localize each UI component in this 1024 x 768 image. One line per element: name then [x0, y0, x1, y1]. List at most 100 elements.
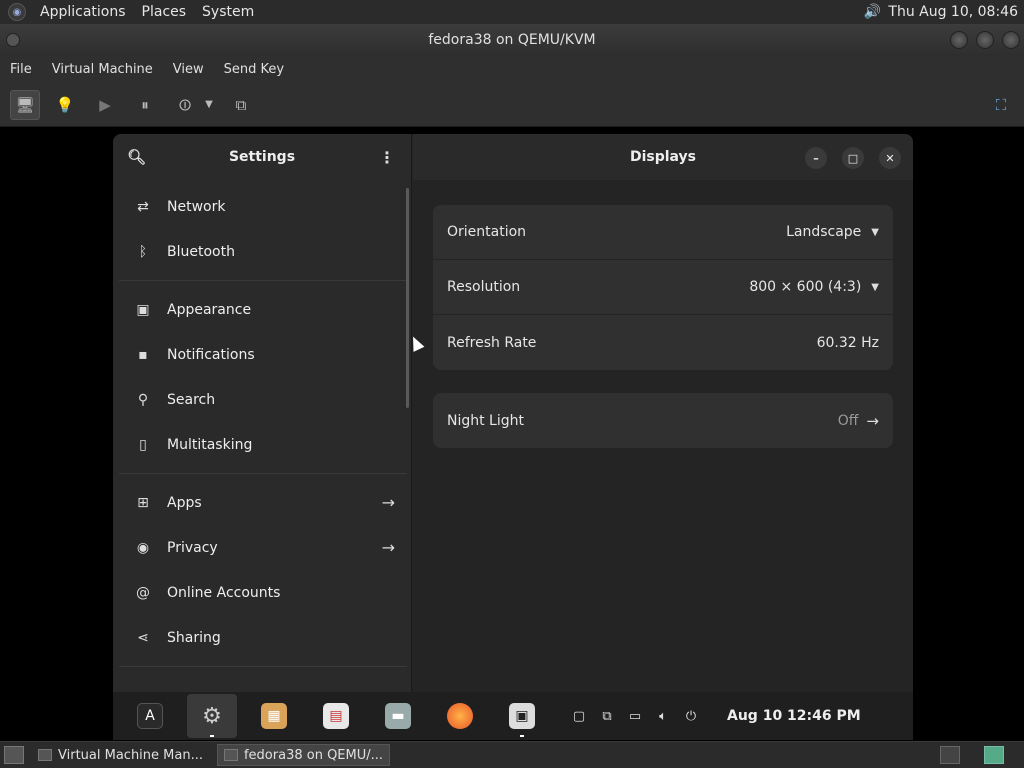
task-fedora38[interactable]: fedora38 on QEMU/...: [216, 744, 391, 766]
clipboard-icon[interactable]: ▢: [565, 709, 593, 724]
task-virtual-machine-manager[interactable]: Virtual Machine Man...: [32, 744, 209, 766]
dock-software[interactable]: ▦: [249, 694, 299, 738]
distro-logo-icon[interactable]: ◉: [8, 3, 26, 21]
host-taskbar: Virtual Machine Man... fedora38 on QEMU/…: [0, 741, 1024, 768]
arrow-right-icon: →: [381, 538, 395, 557]
guest-clock[interactable]: Aug 10 12:46 PM: [727, 708, 861, 724]
sidebar-scrollbar[interactable]: [406, 188, 409, 408]
workspace-switcher-icon[interactable]: [940, 746, 960, 764]
notifications-icon: ▪: [138, 346, 148, 363]
privacy-icon: ◉: [136, 539, 150, 556]
night-light-row[interactable]: Night Light Off →: [433, 393, 893, 448]
run-icon[interactable]: ▶: [90, 90, 120, 120]
menu-places[interactable]: Places: [134, 4, 195, 20]
guest-display[interactable]: 🔍︎ Settings ⋮ ⇄ Network ᛒ Bluetooth ▣ Ap…: [4, 128, 1020, 740]
trash-icon[interactable]: [984, 746, 1004, 764]
power-icon[interactable]: ⏻: [677, 709, 705, 724]
sidebar-item-sharing[interactable]: ⋖ Sharing: [119, 615, 407, 660]
volume-icon[interactable]: 🔊: [862, 2, 882, 22]
orientation-value: Landscape: [786, 224, 862, 240]
settings-window: 🔍︎ Settings ⋮ ⇄ Network ᛒ Bluetooth ▣ Ap…: [113, 134, 913, 692]
menu-kebab-icon[interactable]: ⋮: [379, 148, 395, 167]
show-desktop-icon[interactable]: [4, 746, 24, 764]
search-icon: ⚲: [137, 391, 149, 408]
dock-app-launcher[interactable]: A: [125, 694, 175, 738]
sidebar-item-privacy[interactable]: ◉ Privacy →: [119, 525, 407, 570]
fullscreen-icon[interactable]: ⛶: [986, 90, 1016, 120]
sidebar-item-label: Privacy: [167, 539, 218, 556]
menu-virtual-machine[interactable]: Virtual Machine: [42, 62, 163, 77]
maximize-icon[interactable]: □: [842, 147, 864, 169]
minimize-icon[interactable]: –: [805, 147, 827, 169]
sidebar-item-multitasking[interactable]: ▯ Multitasking: [119, 422, 407, 467]
speaker-icon[interactable]: 🔈︎: [649, 709, 677, 724]
launcher-icon: A: [137, 703, 163, 729]
apps-icon: ⊞: [137, 494, 149, 511]
sidebar-item-notifications[interactable]: ▪ Notifications: [119, 332, 407, 377]
sidebar-list: ⇄ Network ᛒ Bluetooth ▣ Appearance ▪ Not…: [119, 184, 407, 673]
snapshots-icon[interactable]: ⧉: [226, 90, 256, 120]
close-icon[interactable]: ✕: [879, 147, 901, 169]
menu-file[interactable]: File: [0, 62, 42, 77]
shutdown-dropdown-icon[interactable]: ▼: [202, 90, 216, 120]
dock-files[interactable]: ▬: [373, 694, 423, 738]
running-indicator: [520, 735, 524, 737]
display-settings-card: Orientation Landscape ▼ Resolution 800 ×…: [433, 205, 893, 370]
sidebar-item-online-accounts[interactable]: @ Online Accounts: [119, 570, 407, 615]
sidebar-item-label: Online Accounts: [167, 584, 281, 601]
window-titlebar[interactable]: fedora38 on QEMU/KVM: [0, 24, 1024, 56]
page-title: Displays: [629, 149, 697, 165]
window-menu-button[interactable]: [6, 33, 20, 47]
task-label: fedora38 on QEMU/...: [243, 747, 384, 763]
vm-toolbar: 🖥 💡 ▶ ⏸ ⏼ ▼ ⧉ ⛶: [0, 83, 1024, 127]
vm-console-icon: [223, 749, 238, 761]
host-clock[interactable]: Thu Aug 10, 08:46: [888, 4, 1024, 20]
bluetooth-icon: ᛒ: [138, 243, 148, 260]
network-icon: ⇄: [137, 198, 149, 215]
sidebar-item-bluetooth[interactable]: ᛒ Bluetooth: [119, 229, 407, 274]
search-icon[interactable]: 🔍︎: [127, 148, 146, 166]
details-icon[interactable]: 💡: [50, 90, 80, 120]
sidebar-divider: [119, 473, 407, 474]
dock-firefox[interactable]: [435, 694, 485, 738]
menu-system[interactable]: System: [194, 4, 262, 20]
dock-settings[interactable]: ⚙: [187, 694, 237, 738]
sidebar-item-network[interactable]: ⇄ Network: [119, 184, 407, 229]
sidebar-item-label: Bluetooth: [167, 243, 235, 260]
menu-view[interactable]: View: [163, 62, 214, 77]
task-label: Virtual Machine Man...: [58, 747, 203, 763]
console-icon[interactable]: 🖥: [10, 89, 40, 120]
orientation-row[interactable]: Orientation Landscape ▼: [433, 205, 893, 260]
window-controls: [950, 31, 1020, 49]
arrow-right-icon: →: [381, 493, 395, 512]
row-label: Resolution: [447, 279, 521, 295]
shutdown-icon[interactable]: ⏼: [170, 90, 200, 120]
maximize-button[interactable]: [976, 31, 994, 49]
sidebar-item-search[interactable]: ⚲ Search: [119, 377, 407, 422]
settings-sidebar: 🔍︎ Settings ⋮ ⇄ Network ᛒ Bluetooth ▣ Ap…: [113, 134, 412, 692]
night-light-card: Night Light Off →: [433, 393, 893, 448]
arrow-right-icon: →: [866, 411, 879, 430]
menu-send-key[interactable]: Send Key: [214, 62, 294, 77]
host-tray: [940, 746, 1004, 764]
sidebar-item-label: Network: [167, 198, 226, 215]
display-switch-icon[interactable]: ⧉: [593, 709, 621, 724]
dock-store[interactable]: ▤: [311, 694, 361, 738]
dock-terminal[interactable]: ▣: [497, 694, 547, 738]
resolution-row[interactable]: Resolution 800 × 600 (4:3) ▼: [433, 260, 893, 315]
pause-icon[interactable]: ⏸: [130, 90, 160, 120]
minimize-button[interactable]: [950, 31, 968, 49]
sidebar-item-appearance[interactable]: ▣ Appearance: [119, 287, 407, 332]
resolution-value: 800 × 600 (4:3): [749, 279, 862, 295]
row-label: Orientation: [447, 224, 527, 240]
close-button[interactable]: [1002, 31, 1020, 49]
sidebar-item-label: Search: [167, 391, 216, 408]
guest-dock: A ⚙ ▦ ▤ ▬ ▣ ▢ ⧉ ▭ 🔈︎ ⏻ Aug 10 12:46 PM: [113, 692, 913, 740]
sidebar-item-label: Apps: [167, 494, 202, 511]
night-light-value: Off: [837, 412, 859, 429]
network-wired-icon[interactable]: ▭: [621, 709, 649, 724]
host-top-panel: ◉ Applications Places System 🔊 Thu Aug 1…: [0, 0, 1024, 24]
sidebar-item-apps[interactable]: ⊞ Apps →: [119, 480, 407, 525]
panel-header: Displays – □ ✕: [413, 134, 913, 180]
menu-applications[interactable]: Applications: [32, 4, 134, 20]
